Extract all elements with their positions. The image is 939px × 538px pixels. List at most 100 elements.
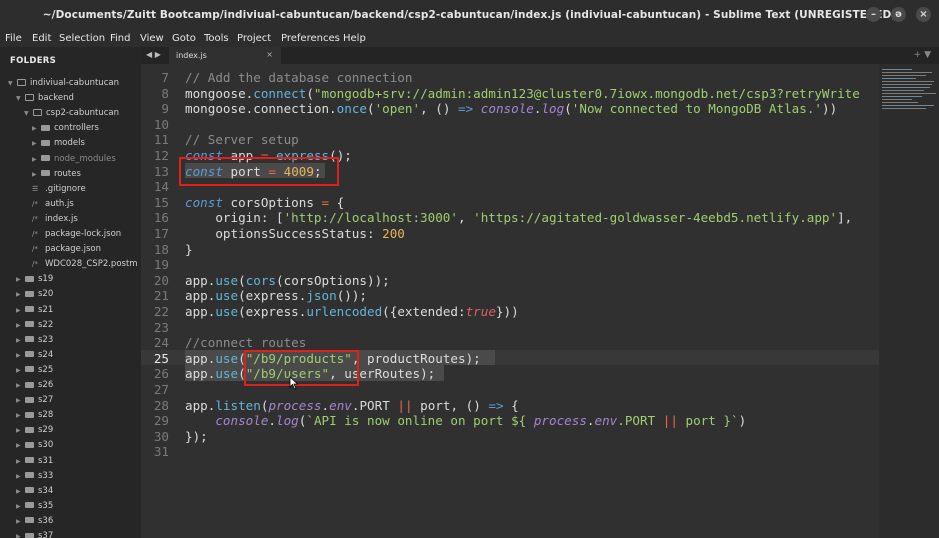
- expand-arrow-right-icon[interactable]: ▶: [16, 484, 25, 499]
- code-line[interactable]: app.use(cors(corsOptions));: [185, 273, 390, 288]
- sidebar-item-s30[interactable]: ▶ s30: [16, 438, 53, 453]
- sidebar-item-gitignore[interactable]: ☰ .gitignore: [32, 182, 86, 197]
- menu-help[interactable]: Help: [343, 33, 366, 44]
- code-line[interactable]: //connect routes: [185, 335, 306, 350]
- expand-arrow-right-icon[interactable]: ▶: [16, 318, 25, 333]
- sidebar-item-s20[interactable]: ▶ s20: [16, 287, 53, 302]
- sidebar-item-indiviual-cabuntucan[interactable]: ▼ indiviual-cabuntucan: [8, 76, 119, 91]
- expand-arrow-right-icon[interactable]: ▶: [16, 287, 25, 302]
- sidebar-item-s36[interactable]: ▶ s36: [16, 514, 53, 529]
- code-line[interactable]: app.use(express.urlencoded({extended:tru…: [185, 304, 519, 319]
- sidebar-item-s23[interactable]: ▶ s23: [16, 333, 53, 348]
- sidebar-item-backend[interactable]: ▼ backend: [16, 91, 74, 106]
- sidebar-item-s25[interactable]: ▶ s25: [16, 363, 53, 378]
- sidebar-item-package-lock-json[interactable]: /* package-lock.json: [32, 227, 121, 242]
- code-line[interactable]: });: [185, 429, 208, 444]
- sidebar-item-index-js[interactable]: /* index.js: [32, 212, 78, 227]
- sidebar-item-s37[interactable]: ▶ s37: [16, 529, 53, 538]
- expand-arrow-right-icon[interactable]: ▶: [16, 303, 25, 318]
- close-window-button[interactable]: ×: [916, 7, 931, 22]
- sidebar-item-controllers[interactable]: ▶ controllers: [32, 121, 99, 136]
- sidebar-item-s31[interactable]: ▶ s31: [16, 454, 53, 469]
- code-line[interactable]: mongoose.connect("mongodb+srv://admin:ad…: [185, 86, 860, 101]
- code-token: {: [329, 194, 345, 210]
- expand-arrow-right-icon[interactable]: ▶: [32, 167, 41, 182]
- tab-menu-icon[interactable]: + ▼: [914, 50, 931, 60]
- sidebar-item-s22[interactable]: ▶ s22: [16, 318, 53, 333]
- expand-arrow-right-icon[interactable]: ▶: [32, 136, 41, 151]
- sidebar-item-models[interactable]: ▶ models: [32, 136, 85, 151]
- expand-arrow-right-icon[interactable]: ▶: [16, 454, 25, 469]
- expand-arrow-down-icon[interactable]: ▼: [24, 106, 33, 121]
- code-line[interactable]: const corsOptions = {: [185, 195, 344, 210]
- minimize-button[interactable]: –: [866, 7, 881, 22]
- sidebar-item-s34[interactable]: ▶ s34: [16, 484, 53, 499]
- code-line[interactable]: // Server setup: [185, 132, 299, 147]
- code-line[interactable]: app.use(express.json());: [185, 288, 367, 303]
- line-number: 21: [153, 288, 169, 304]
- sidebar-item-s21[interactable]: ▶ s21: [16, 303, 53, 318]
- code-line[interactable]: }: [185, 242, 193, 257]
- sidebar-item-csp2-cabuntucan[interactable]: ▼ csp2-cabuntucan: [24, 106, 119, 121]
- sidebar-item-s33[interactable]: ▶ s33: [16, 469, 53, 484]
- sidebar-item-s24[interactable]: ▶ s24: [16, 348, 53, 363]
- sidebar-item-s27[interactable]: ▶ s27: [16, 393, 53, 408]
- code-token: json: [306, 288, 337, 304]
- sidebar-item-s35[interactable]: ▶ s35: [16, 499, 53, 514]
- code-line[interactable]: console.log(`API is now online on port $…: [185, 413, 746, 428]
- expand-arrow-right-icon[interactable]: ▶: [16, 438, 25, 453]
- minimap-line: [882, 69, 912, 70]
- expand-arrow-right-icon[interactable]: ▶: [16, 423, 25, 438]
- menu-edit[interactable]: Edit: [32, 33, 51, 44]
- folder-icon: [41, 155, 50, 161]
- maximize-button[interactable]: ə: [891, 7, 906, 22]
- menu-goto[interactable]: Goto: [172, 33, 196, 44]
- expand-arrow-right-icon[interactable]: ▶: [16, 378, 25, 393]
- line-number: 19: [153, 257, 169, 273]
- expand-arrow-right-icon[interactable]: ▶: [16, 408, 25, 423]
- expand-arrow-right-icon[interactable]: ▶: [16, 393, 25, 408]
- expand-arrow-right-icon[interactable]: ▶: [16, 333, 25, 348]
- tab-index-js[interactable]: index.js ×: [169, 47, 281, 64]
- sidebar-item-routes[interactable]: ▶ routes: [32, 167, 81, 182]
- folders-header: FOLDERS: [10, 56, 57, 66]
- expand-arrow-right-icon[interactable]: ▶: [16, 499, 25, 514]
- minimap-line: [882, 96, 922, 97]
- tab-nav-arrows-icon[interactable]: ◀ ▶: [146, 50, 161, 59]
- sidebar-item-s26[interactable]: ▶ s26: [16, 378, 53, 393]
- expand-arrow-right-icon[interactable]: ▶: [16, 348, 25, 363]
- code-line[interactable]: origin: ['http://localhost:3000', 'https…: [185, 210, 852, 225]
- expand-arrow-down-icon[interactable]: ▼: [16, 91, 25, 106]
- menu-preferences[interactable]: Preferences: [281, 33, 340, 44]
- line-number: 8: [161, 85, 169, 101]
- expand-arrow-right-icon[interactable]: ▶: [16, 272, 25, 287]
- code-line[interactable]: mongoose.connection.once('open', () => c…: [185, 101, 837, 116]
- expand-arrow-right-icon[interactable]: ▶: [32, 121, 41, 136]
- sidebar-item-s29[interactable]: ▶ s29: [16, 423, 53, 438]
- menu-file[interactable]: File: [5, 33, 22, 44]
- menu-selection[interactable]: Selection: [59, 33, 105, 44]
- expand-arrow-right-icon[interactable]: ▶: [32, 152, 41, 167]
- sidebar-item-package-json[interactable]: /* package.json: [32, 242, 101, 257]
- code-line[interactable]: optionsSuccessStatus: 200: [185, 226, 405, 241]
- line-number: 17: [153, 226, 169, 241]
- sidebar-item-wdc028-csp2-postm[interactable]: /* WDC028_CSP2.postm: [32, 257, 138, 272]
- code-line[interactable]: app.listen(process.env.PORT || port, () …: [185, 398, 519, 413]
- menu-project[interactable]: Project: [237, 33, 271, 44]
- tab-close-icon[interactable]: ×: [266, 50, 273, 59]
- expand-arrow-right-icon[interactable]: ▶: [16, 363, 25, 378]
- expand-arrow-down-icon[interactable]: ▼: [8, 76, 17, 91]
- sidebar-item-s28[interactable]: ▶ s28: [16, 408, 53, 423]
- menu-view[interactable]: View: [140, 33, 164, 44]
- sidebar-item-auth-js[interactable]: /* auth.js: [32, 197, 74, 212]
- code-line[interactable]: // Add the database connection: [185, 70, 412, 85]
- sidebar-item-node-modules[interactable]: ▶ node_modules: [32, 152, 116, 167]
- expand-arrow-right-icon[interactable]: ▶: [16, 514, 25, 529]
- code-editor[interactable]: 7 // Add the database connection 8 mongoose…: [141, 64, 879, 538]
- menu-find[interactable]: Find: [110, 33, 131, 44]
- expand-arrow-right-icon[interactable]: ▶: [16, 529, 25, 538]
- minimap[interactable]: [879, 64, 939, 538]
- sidebar-item-s19[interactable]: ▶ s19: [16, 272, 53, 287]
- menu-tools[interactable]: Tools: [204, 33, 229, 44]
- expand-arrow-right-icon[interactable]: ▶: [16, 469, 25, 484]
